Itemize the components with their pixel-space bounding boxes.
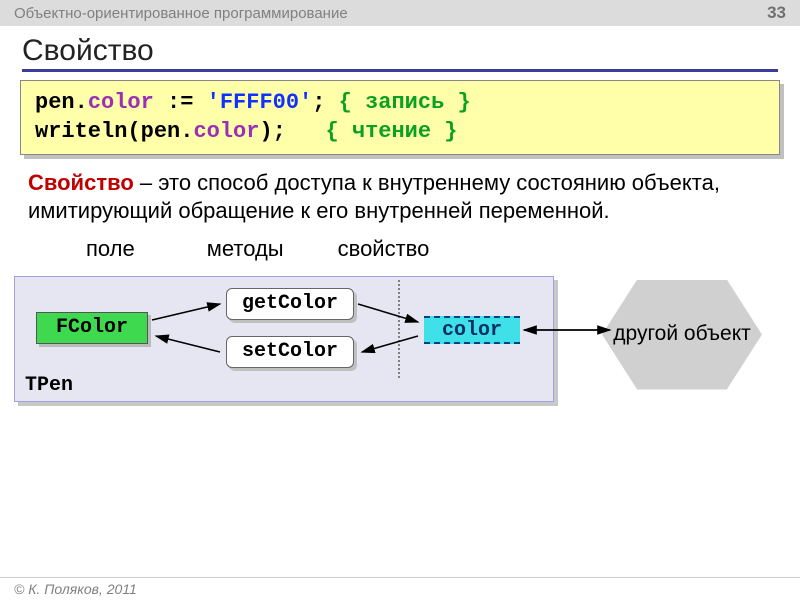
- code-string: 'FFFF00': [207, 90, 313, 115]
- divider: [398, 280, 400, 378]
- code-text: ;: [312, 90, 338, 115]
- diagram-labels: поле методы свойство: [0, 236, 800, 264]
- code-property: color: [193, 119, 259, 144]
- label-property: свойство: [338, 236, 430, 262]
- label-field: поле: [86, 236, 135, 262]
- diagram: TPen FColor getColor setColor color друг…: [14, 264, 786, 424]
- getter-box: getColor: [226, 288, 354, 320]
- code-comment: { запись }: [339, 90, 471, 115]
- code-text: writeln(pen.: [35, 119, 193, 144]
- other-object-label: другой объект: [613, 322, 751, 346]
- header-bar: Объектно-ориентированное программировани…: [0, 0, 800, 26]
- property-box: color: [424, 316, 520, 344]
- setter-box: setColor: [226, 336, 354, 368]
- footer: © К. Поляков, 2011: [0, 577, 800, 600]
- page-number: 33: [767, 3, 786, 23]
- label-methods: методы: [207, 236, 284, 262]
- code-property: color: [88, 90, 154, 115]
- field-box: FColor: [36, 312, 148, 344]
- class-name: TPen: [25, 374, 73, 397]
- code-text: :=: [154, 90, 207, 115]
- copyright: © К. Поляков, 2011: [14, 581, 137, 597]
- code-text: );: [259, 119, 325, 144]
- slide-title: Свойство: [22, 34, 778, 72]
- definition-term: Свойство: [28, 170, 134, 195]
- code-block: pen.color := 'FFFF00'; { запись } writel…: [20, 80, 780, 155]
- code-comment: { чтение }: [325, 119, 457, 144]
- other-object-hexagon: другой объект: [602, 280, 762, 390]
- definition-paragraph: Свойство – это способ доступа к внутренн…: [0, 165, 800, 235]
- code-block-wrap: pen.color := 'FFFF00'; { запись } writel…: [0, 74, 800, 165]
- title-row: Свойство: [0, 26, 800, 74]
- code-text: pen.: [35, 90, 88, 115]
- header-topic: Объектно-ориентированное программировани…: [14, 5, 348, 22]
